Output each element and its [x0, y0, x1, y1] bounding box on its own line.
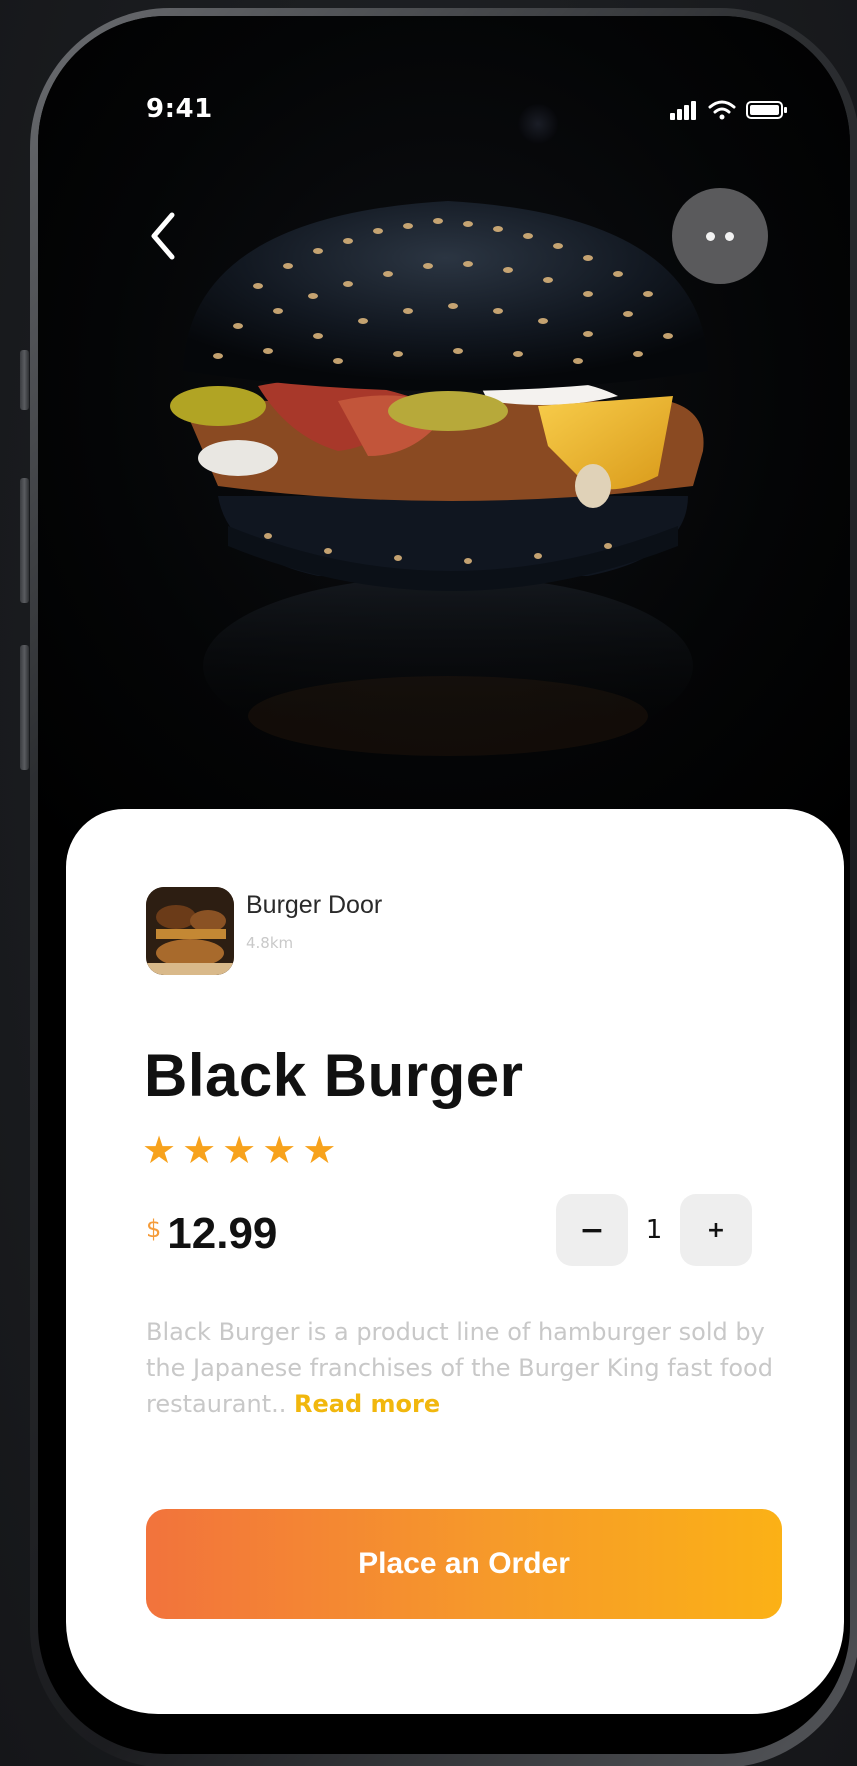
wifi-icon — [708, 100, 736, 120]
product-price: $ 12.99 — [146, 1209, 277, 1259]
star-icon: ★ — [142, 1128, 177, 1172]
volume-up-button — [20, 478, 29, 603]
increase-quantity-button[interactable]: + — [680, 1194, 752, 1266]
place-order-label: Place an Order — [358, 1547, 570, 1580]
shop-avatar — [146, 887, 234, 975]
description-text: Black Burger is a product line of hambur… — [146, 1318, 773, 1418]
read-more-link[interactable]: Read more — [294, 1390, 440, 1418]
battery-icon — [746, 101, 787, 119]
more-dots-icon — [725, 231, 734, 241]
shop-avatar-image — [146, 887, 234, 975]
chevron-left-icon — [151, 212, 175, 260]
star-icon: ★ — [182, 1128, 217, 1172]
price-value: 12.99 — [167, 1209, 278, 1258]
mute-switch — [20, 350, 29, 410]
signal-icon — [670, 101, 696, 120]
more-button[interactable] — [672, 188, 768, 284]
shop-info[interactable]: Burger Door 4.8km — [146, 887, 382, 975]
front-camera — [518, 104, 558, 144]
product-hero: 9:41 — [38, 16, 850, 836]
status-time: 9:41 — [146, 94, 213, 124]
status-icons — [670, 100, 788, 120]
quantity-stepper: − 1 + — [556, 1194, 752, 1266]
product-card: Burger Door 4.8km Black Burger ★ ★ ★ ★ ★… — [66, 809, 844, 1714]
product-description: Black Burger is a product line of hambur… — [146, 1314, 786, 1422]
status-bar: 9:41 — [38, 16, 850, 144]
star-icon: ★ — [302, 1128, 337, 1172]
quantity-value: 1 — [645, 1215, 663, 1245]
shop-distance: 4.8km — [246, 934, 294, 952]
volume-down-button — [20, 645, 29, 770]
back-button[interactable] — [138, 206, 188, 266]
star-icon: ★ — [222, 1128, 257, 1172]
decrease-quantity-button[interactable]: − — [556, 1194, 628, 1266]
price-currency: $ — [146, 1215, 162, 1243]
rating-stars: ★ ★ ★ ★ ★ — [142, 1131, 336, 1169]
phone-display: 9:41 Burger Door 4.8km Black Burger ★ ★ … — [38, 16, 850, 1754]
place-order-button[interactable]: Place an Order — [146, 1509, 782, 1619]
star-icon: ★ — [262, 1128, 297, 1172]
screen: 9:41 Burger Door 4.8km Black Burger ★ ★ … — [0, 0, 857, 1766]
burger-image — [170, 201, 708, 756]
more-dots-icon — [706, 231, 715, 241]
product-title: Black Burger — [144, 1042, 524, 1109]
shop-name: Burger Door — [246, 891, 383, 919]
